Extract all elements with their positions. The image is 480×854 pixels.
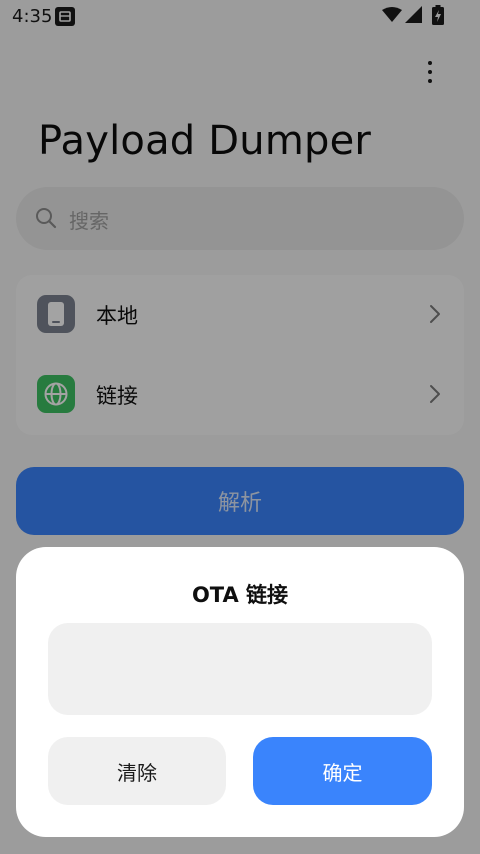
clear-button[interactable]: 清除 — [48, 737, 226, 805]
dialog-title: OTA 链接 — [191, 583, 289, 607]
ota-link-input[interactable] — [48, 623, 432, 715]
ota-link-dialog: OTA 链接 清除 确定 — [16, 547, 464, 837]
confirm-button[interactable]: 确定 — [253, 737, 432, 805]
